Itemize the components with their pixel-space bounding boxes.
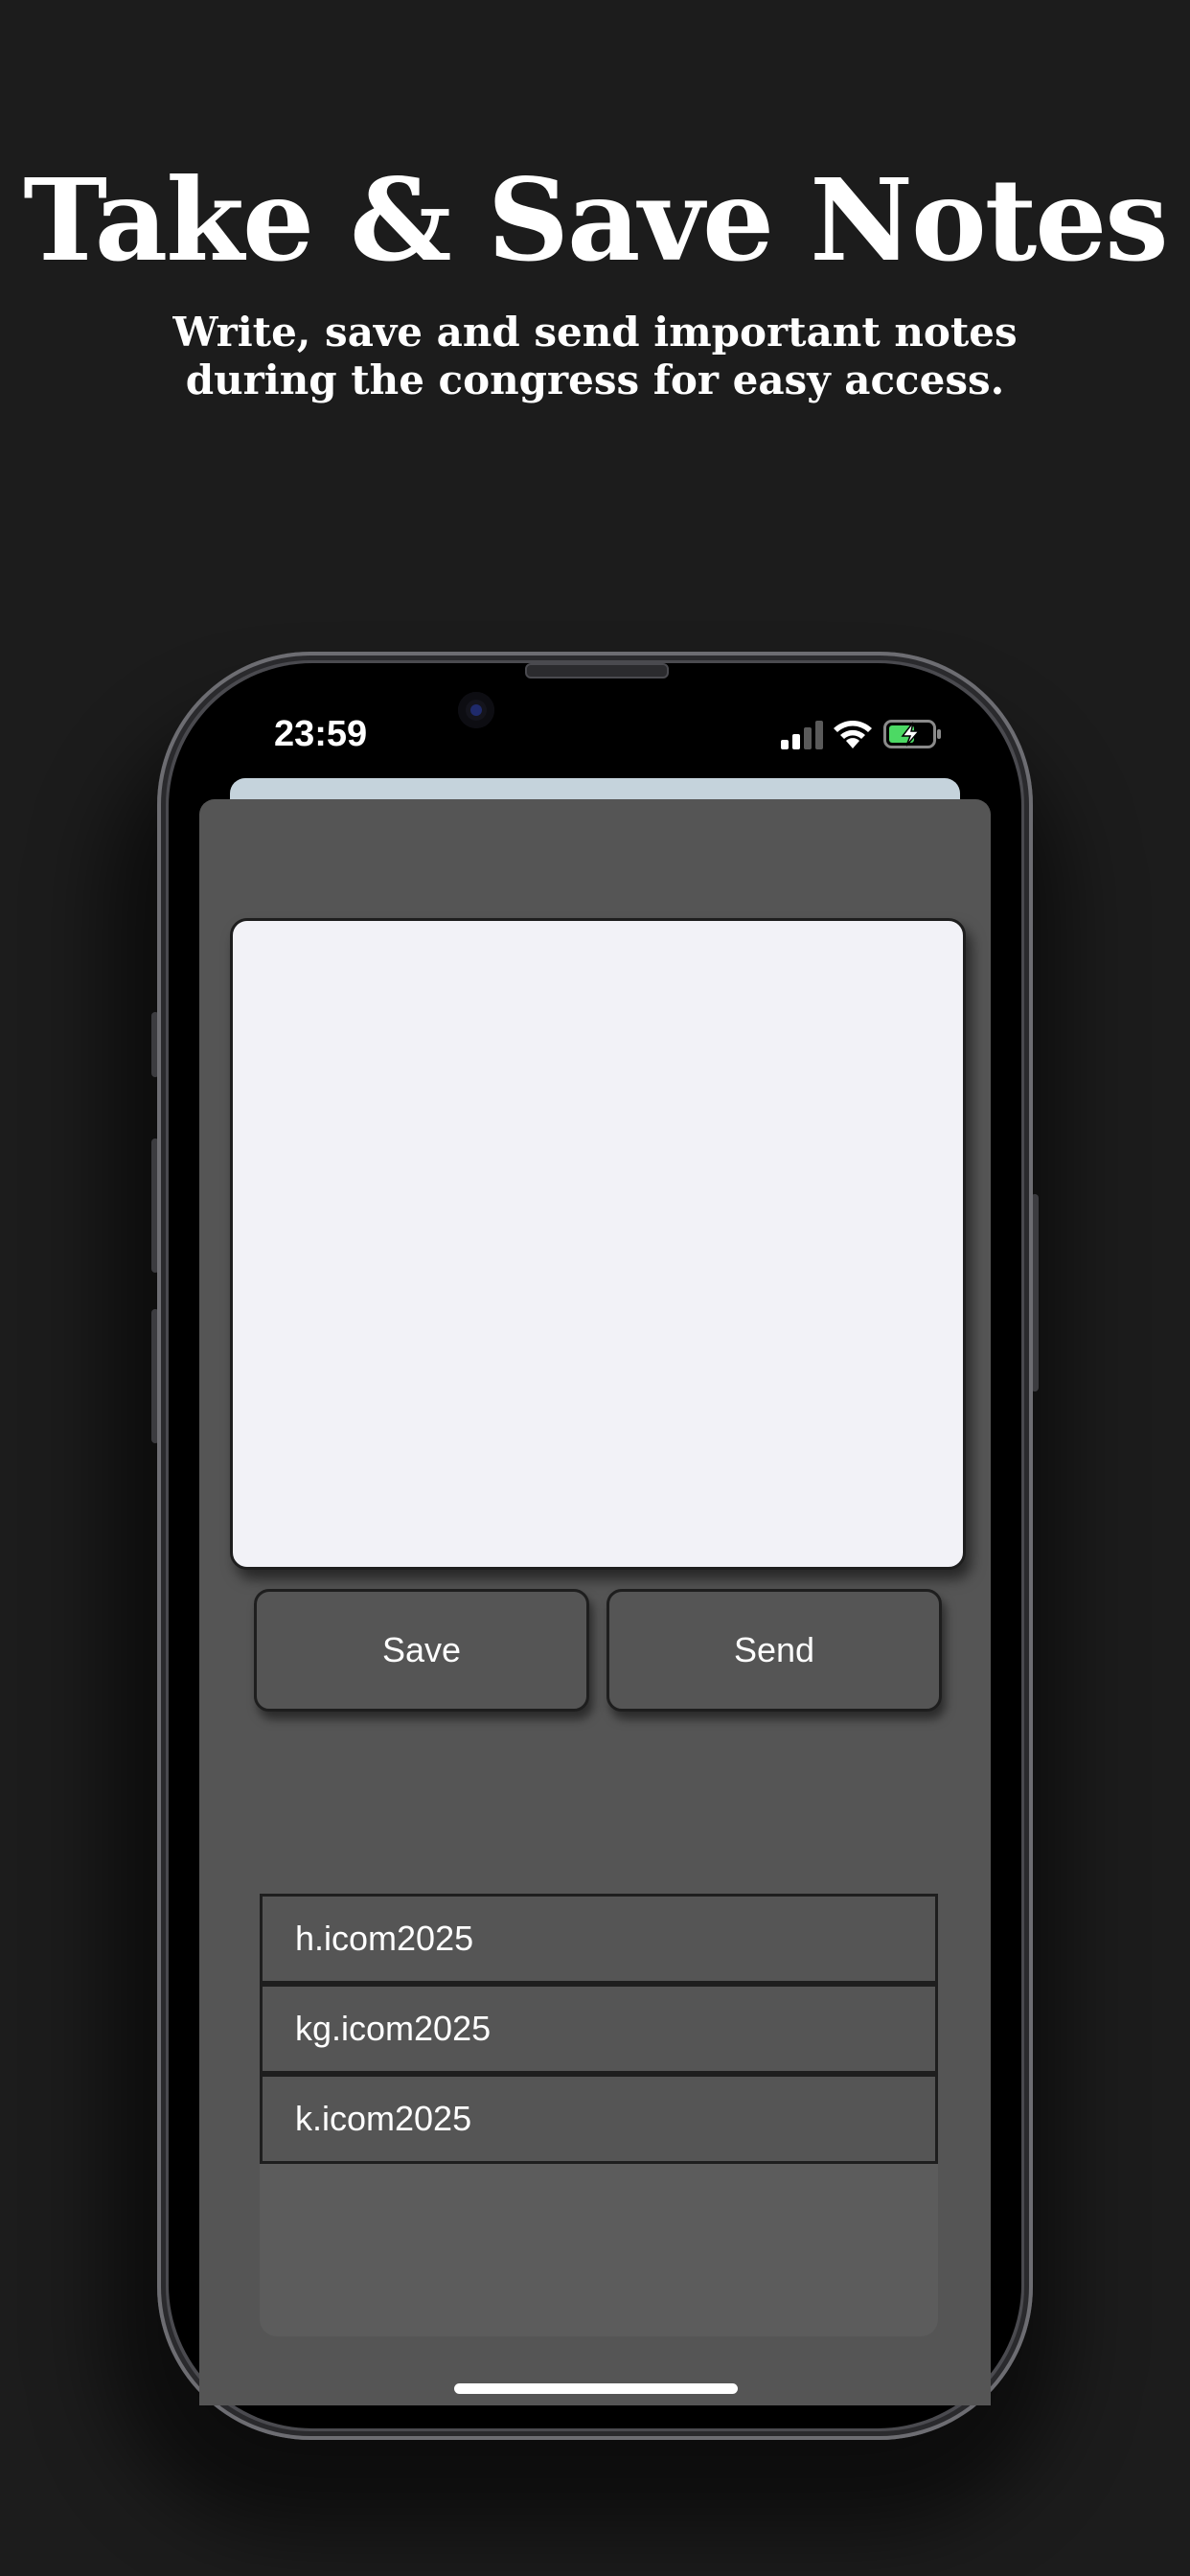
save-button[interactable]: Save [254, 1589, 589, 1712]
earpiece-speaker [525, 663, 669, 678]
send-button[interactable]: Send [606, 1589, 942, 1712]
status-time: 23:59 [274, 714, 368, 754]
promo-title: Take & Save Notes [23, 153, 1168, 287]
saved-note-item[interactable]: k.icom2025 [260, 2074, 938, 2164]
front-camera [458, 692, 494, 728]
battery-charging-icon [883, 720, 941, 748]
promo-subtitle: Write, save and send important notes dur… [172, 309, 1018, 403]
note-text-area[interactable] [230, 918, 966, 1570]
saved-note-item[interactable]: h.icom2025 [260, 1894, 938, 1984]
saved-note-item[interactable]: kg.icom2025 [260, 1984, 938, 2074]
wifi-icon [834, 721, 872, 748]
home-indicator[interactable] [454, 2383, 738, 2394]
cellular-signal-icon [781, 721, 823, 749]
